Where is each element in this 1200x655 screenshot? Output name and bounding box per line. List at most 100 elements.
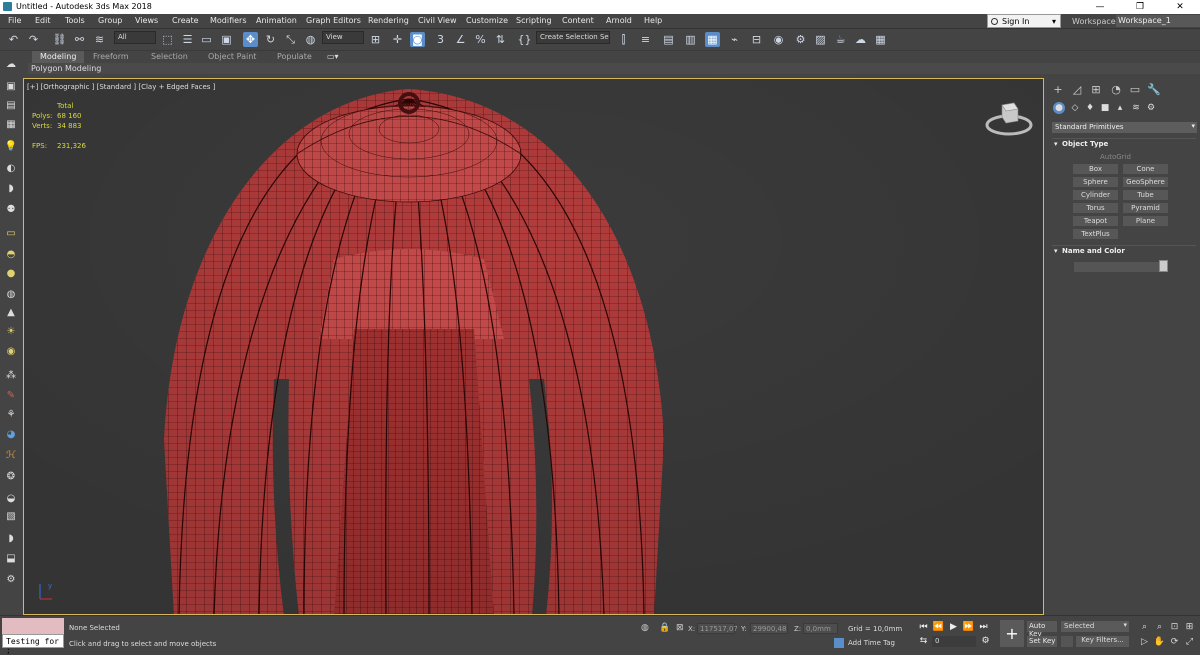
scale-icon[interactable]: ⤡ (283, 32, 298, 47)
plane-button[interactable]: Plane (1123, 216, 1168, 226)
hair-icon[interactable]: ℋ (4, 449, 18, 462)
menu-arnold[interactable]: Arnold (606, 16, 632, 25)
robot-icon[interactable]: ⚉ (4, 203, 18, 216)
sphere-tool-icon[interactable]: ◐ (4, 162, 18, 175)
cameras-icon[interactable]: ■ (1099, 102, 1111, 114)
schematic-view-icon[interactable]: ⊟ (749, 32, 764, 47)
layer-list-icon[interactable]: ▤ (4, 99, 18, 112)
shapes-icon[interactable]: ◇ (1069, 102, 1081, 114)
snaps-toggle-icon[interactable]: 3 (433, 32, 448, 47)
key-tangent-icon[interactable] (1061, 636, 1073, 647)
workspace-dropdown[interactable]: Workspace_1 (1116, 15, 1200, 27)
render-setup-icon[interactable]: ⚙ (793, 32, 808, 47)
mirror-icon[interactable]: ⫿ (616, 32, 631, 47)
key-mode-dropdown[interactable]: Selected ▾ (1061, 621, 1129, 632)
select-object-icon[interactable]: ⬚ (160, 32, 175, 47)
torus-button[interactable]: Torus (1073, 203, 1118, 213)
orbit-icon[interactable]: ⟳ (1169, 636, 1180, 647)
autogrid-checkbox[interactable]: AutoGrid (1100, 153, 1131, 161)
zoom-extents-icon[interactable]: ⊡ (1169, 621, 1180, 632)
maximize-button[interactable]: ❐ (1120, 0, 1160, 14)
bind-space-warp-icon[interactable]: ≋ (92, 32, 107, 47)
scene-explorer-side-icon[interactable]: ▣ (4, 80, 18, 93)
set-key-icon[interactable]: + (1000, 620, 1024, 647)
menu-file[interactable]: File (8, 16, 21, 25)
menu-animation[interactable]: Animation (256, 16, 297, 25)
tab-selection[interactable]: Selection (143, 51, 196, 63)
geometry-icon[interactable]: ● (1053, 102, 1065, 114)
layer-explorer-icon[interactable]: ▥ (683, 32, 698, 47)
select-manipulate-icon[interactable]: ✛ (390, 32, 405, 47)
rendered-frame-icon[interactable]: ▨ (813, 32, 828, 47)
selection-lock-icon[interactable]: 🔒 (659, 623, 670, 633)
absolute-mode-icon[interactable]: ⊠ (676, 623, 684, 633)
previous-frame-icon[interactable]: ⏪ (933, 621, 944, 632)
systems-icon[interactable]: ⚙ (1145, 102, 1157, 114)
active-shade-icon[interactable]: ◒ (4, 492, 18, 505)
geosphere-button[interactable]: GeoSphere (1123, 177, 1168, 187)
isolate-selection-icon[interactable]: ◍ (641, 623, 649, 633)
utilities-tab-icon[interactable]: 🔧 (1147, 83, 1161, 96)
menu-civil-view[interactable]: Civil View (418, 16, 457, 25)
light-bulb-icon[interactable]: 💡 (4, 140, 18, 153)
play-icon[interactable]: ▶ (948, 621, 959, 632)
cone-button[interactable]: Cone (1123, 164, 1168, 174)
hemisphere-icon[interactable]: ◓ (4, 248, 18, 261)
menu-create[interactable]: Create (172, 16, 199, 25)
menu-views[interactable]: Views (135, 16, 158, 25)
ribbon-options-icon[interactable]: ▭▾ (327, 52, 339, 61)
name-color-rollout[interactable]: ▾ Name and Color (1052, 245, 1196, 256)
close-button[interactable]: ✕ (1160, 0, 1200, 14)
tab-freeform[interactable]: Freeform (85, 51, 137, 63)
zoom-all-icon[interactable]: ⌕ (1154, 621, 1165, 632)
menu-group[interactable]: Group (98, 16, 122, 25)
go-to-end-icon[interactable]: ⏭ (978, 621, 989, 632)
perspective-viewport[interactable]: [+] [Orthographic ] [Standard ] [Clay + … (23, 78, 1044, 615)
object-type-rollout[interactable]: ▾ Object Type (1052, 138, 1196, 149)
add-time-tag-button[interactable]: Add Time Tag (848, 639, 895, 647)
reference-coord-dropdown[interactable]: View (322, 31, 364, 44)
move-icon[interactable]: ✥ (243, 32, 258, 47)
paint-icon[interactable]: ✎ (4, 389, 18, 402)
material-slot-icon[interactable]: ▧ (4, 510, 18, 523)
auto-key-button[interactable]: Auto Key (1027, 621, 1057, 638)
field-of-view-icon[interactable]: ▷ (1139, 636, 1150, 647)
explorer-grid-icon[interactable]: ▦ (4, 118, 18, 131)
z-coordinate-field[interactable]: 0,0mm (803, 623, 838, 634)
menu-graph-editors[interactable]: Graph Editors (306, 16, 361, 25)
material-editor-icon[interactable]: ◉ (771, 32, 786, 47)
menu-modifiers[interactable]: Modifiers (210, 16, 247, 25)
textplus-button[interactable]: TextPlus (1073, 229, 1118, 239)
speaker-icon[interactable]: ◗ (4, 182, 18, 195)
primitives-dropdown[interactable]: Standard Primitives ▾ (1052, 122, 1197, 133)
display-tab-icon[interactable]: ▭ (1129, 83, 1141, 96)
cone-icon[interactable]: ▲ (4, 306, 18, 319)
angle-snap-icon[interactable]: ∠ (453, 32, 468, 47)
maxscript-input[interactable]: Testing for ; (2, 634, 64, 655)
named-selection-set-dropdown[interactable]: Create Selection Se (536, 31, 610, 44)
curve-editor-icon[interactable]: ⌁ (727, 32, 742, 47)
minimize-button[interactable]: — (1080, 0, 1120, 14)
selection-filter-dropdown[interactable]: All (114, 31, 156, 44)
viewport-label[interactable]: [+] [Orthographic ] [Standard ] [Clay + … (27, 83, 215, 91)
set-key-button[interactable]: Set Key (1027, 636, 1057, 647)
create-tab-icon[interactable]: + (1052, 83, 1064, 96)
time-config-icon[interactable]: ⚙ (980, 635, 991, 646)
zoom-extents-all-icon[interactable]: ⊞ (1184, 621, 1195, 632)
mesh-view[interactable] (24, 79, 1044, 615)
fur-icon[interactable]: ❂ (4, 470, 18, 483)
menu-rendering[interactable]: Rendering (368, 16, 409, 25)
disk-light-icon[interactable]: ◉ (4, 345, 18, 358)
current-frame-field[interactable]: 0 (932, 636, 976, 647)
box-button[interactable]: Box (1073, 164, 1118, 174)
menu-customize[interactable]: Customize (466, 16, 508, 25)
percent-snap-icon[interactable]: % (473, 32, 488, 47)
tab-modeling[interactable]: Modeling (32, 51, 85, 63)
place-icon[interactable]: ◍ (303, 32, 318, 47)
rect-selection-icon[interactable]: ▭ (199, 32, 214, 47)
object-color-swatch[interactable] (1159, 260, 1168, 272)
blue-sphere-icon[interactable]: ◗ (4, 532, 18, 545)
sign-in-button[interactable]: Sign In ▾ (987, 14, 1061, 28)
time-tag-icon[interactable] (834, 638, 844, 648)
align-icon[interactable]: ≡ (638, 32, 653, 47)
